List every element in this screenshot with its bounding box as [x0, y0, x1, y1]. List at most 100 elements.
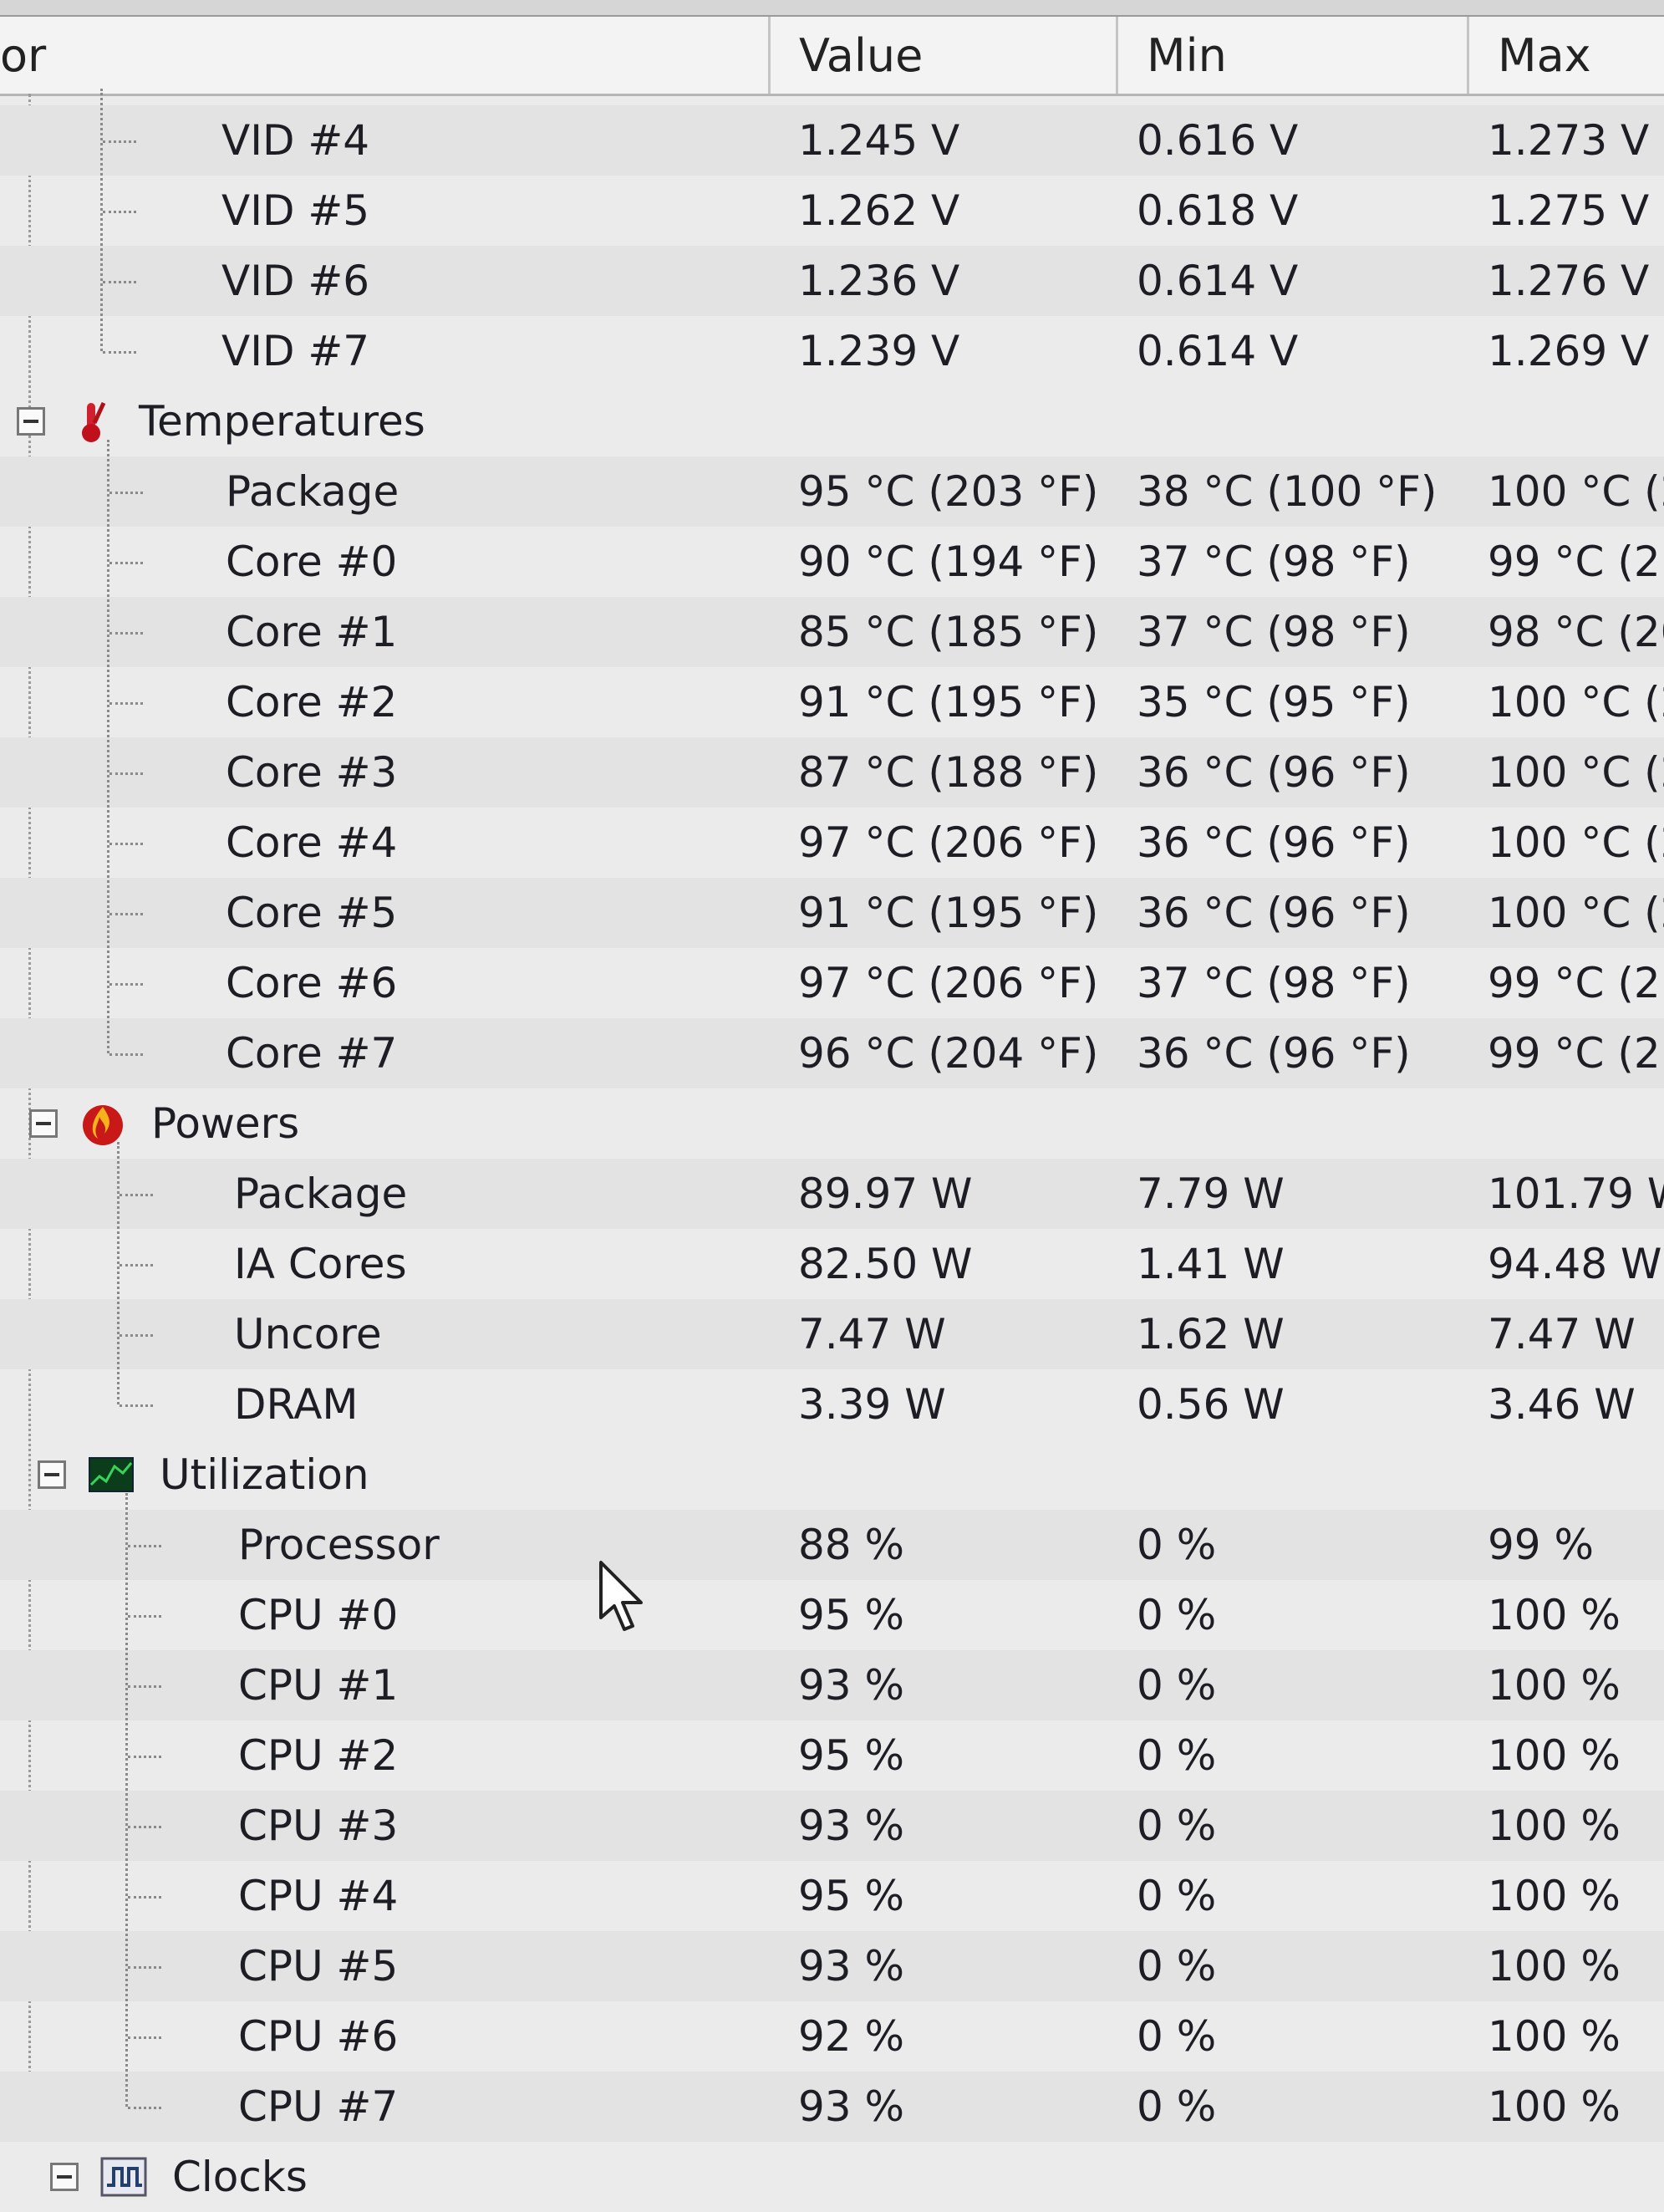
- max-cell: 1.275 V: [1488, 186, 1650, 235]
- sensor-label: Core #5: [226, 889, 398, 937]
- min-cell: 0 %: [1137, 1731, 1217, 1780]
- min-cell: 0.616 V: [1137, 116, 1299, 165]
- max-cell: 98 °C (20: [1488, 608, 1664, 656]
- sensor-row[interactable]: Core #0 90 °C (194 °F) 37 °C (98 °F) 99 °C …: [0, 527, 1664, 597]
- group-row-temperatures[interactable]: Temperatures: [0, 386, 1664, 456]
- tree-branch-line: [120, 1334, 153, 1337]
- sensor-row[interactable]: IA Cores 82.50 W 1.41 W 94.48 W: [0, 1229, 1664, 1299]
- min-cell: 36 °C (96 °F): [1137, 748, 1411, 797]
- header-value[interactable]: Value: [771, 17, 1118, 94]
- tree-group-line: [100, 89, 103, 351]
- value-cell: 1.245 V: [798, 116, 960, 165]
- sensor-row[interactable]: CPU #1 93 % 0 % 100 %: [0, 1650, 1664, 1720]
- sensor-row[interactable]: VID #5 1.262 V 0.618 V 1.275 V: [0, 176, 1664, 246]
- tree-group-line: [107, 440, 109, 1053]
- sensor-label: CPU #0: [238, 1591, 399, 1639]
- max-cell: 100 °C (2: [1488, 748, 1664, 797]
- sensor-row[interactable]: Core #5 91 °C (195 °F) 36 °C (96 °F) 100 °C…: [0, 878, 1664, 948]
- header-min[interactable]: Min: [1118, 17, 1469, 94]
- min-cell: 38 °C (100 °F): [1137, 467, 1438, 516]
- collapse-toggle[interactable]: [29, 1109, 58, 1138]
- sensor-row[interactable]: Core #1 85 °C (185 °F) 37 °C (98 °F) 98 °C …: [0, 597, 1664, 667]
- sensor-label: Core #7: [226, 1029, 398, 1078]
- header-sensor[interactable]: or: [0, 17, 771, 94]
- max-cell: 99 °C (2: [1488, 538, 1661, 586]
- sensor-row[interactable]: VID #4 1.245 V 0.616 V 1.273 V: [0, 105, 1664, 176]
- collapse-toggle[interactable]: [50, 2163, 79, 2191]
- sensor-row[interactable]: CPU #6 92 % 0 % 100 %: [0, 2001, 1664, 2072]
- value-cell: 92 %: [798, 2012, 905, 2061]
- value-cell: 87 °C (188 °F): [798, 748, 1099, 797]
- tree-branch-line: [120, 1404, 153, 1407]
- header-max[interactable]: Max: [1469, 17, 1664, 94]
- sensor-row[interactable]: Core #4 97 °C (206 °F) 36 °C (96 °F) 100 °C…: [0, 808, 1664, 878]
- value-cell: 93 %: [798, 1942, 905, 1990]
- window-top-strip: [0, 0, 1664, 17]
- value-cell: 85 °C (185 °F): [798, 608, 1099, 656]
- sensor-label: VID #4: [221, 116, 370, 165]
- sensor-label: CPU #2: [238, 1731, 399, 1780]
- min-cell: 0 %: [1137, 2082, 1217, 2131]
- max-cell: 100 %: [1488, 1731, 1621, 1780]
- tree-branch-line: [103, 140, 136, 143]
- tree-branch-line: [109, 913, 143, 915]
- sensor-label: CPU #1: [238, 1661, 399, 1710]
- min-cell: 0 %: [1137, 1661, 1217, 1710]
- max-cell: 100 %: [1488, 1942, 1621, 1990]
- sensor-row[interactable]: Uncore 7.47 W 1.62 W 7.47 W: [0, 1299, 1664, 1369]
- sensor-row[interactable]: Core #2 91 °C (195 °F) 35 °C (95 °F) 100 °C…: [0, 667, 1664, 737]
- sensor-label: Core #0: [226, 538, 398, 586]
- sensor-row[interactable]: CPU #0 95 % 0 % 100 %: [0, 1580, 1664, 1650]
- max-cell: 1.269 V: [1488, 327, 1650, 375]
- max-cell: 100 %: [1488, 2082, 1621, 2131]
- max-cell: 100 °C (2: [1488, 889, 1664, 937]
- max-cell: 100 %: [1488, 1591, 1621, 1639]
- sensor-row[interactable]: CPU #5 93 % 0 % 100 %: [0, 1931, 1664, 2001]
- value-cell: 88 %: [798, 1521, 905, 1569]
- sensor-row[interactable]: CPU #7 93 % 0 % 100 %: [0, 2072, 1664, 2142]
- value-cell: 82.50 W: [798, 1240, 973, 1288]
- collapse-toggle[interactable]: [17, 407, 45, 436]
- tree-branch-line: [109, 632, 143, 635]
- sensor-row[interactable]: CPU #4 95 % 0 % 100 %: [0, 1861, 1664, 1931]
- sensor-row[interactable]: Core #3 87 °C (188 °F) 36 °C (96 °F) 100 °C…: [0, 737, 1664, 808]
- tree-branch-line: [128, 1545, 161, 1547]
- tree-branch-line: [109, 492, 143, 494]
- tree-branch-line: [128, 1896, 161, 1899]
- min-cell: 36 °C (96 °F): [1137, 818, 1411, 867]
- group-row-utilization[interactable]: Utilization: [0, 1440, 1664, 1510]
- min-cell: 0 %: [1137, 2012, 1217, 2061]
- min-cell: 35 °C (95 °F): [1137, 678, 1411, 726]
- value-cell: 7.47 W: [798, 1310, 946, 1358]
- tree-branch-line: [128, 2107, 161, 2109]
- value-cell: 93 %: [798, 1802, 905, 1850]
- collapse-toggle[interactable]: [38, 1460, 66, 1489]
- sensor-row[interactable]: CPU #3 93 % 0 % 100 %: [0, 1791, 1664, 1861]
- sensor-row[interactable]: Package 95 °C (203 °F) 38 °C (100 °F) 100 °…: [0, 456, 1664, 527]
- min-cell: 0 %: [1137, 1521, 1217, 1569]
- sensor-row[interactable]: CPU #2 95 % 0 % 100 %: [0, 1720, 1664, 1791]
- group-label: Temperatures: [139, 397, 425, 446]
- min-cell: 1.62 W: [1137, 1310, 1285, 1358]
- value-cell: 3.39 W: [798, 1380, 946, 1429]
- sensor-label: VID #6: [221, 257, 370, 305]
- sensor-row[interactable]: VID #6 1.236 V 0.614 V 1.276 V: [0, 246, 1664, 316]
- sensor-row[interactable]: DRAM 3.39 W 0.56 W 3.46 W: [0, 1369, 1664, 1440]
- value-cell: 97 °C (206 °F): [798, 818, 1099, 867]
- group-row-clocks[interactable]: Clocks: [0, 2142, 1664, 2212]
- sensor-label: Core #3: [226, 748, 398, 797]
- group-row-powers[interactable]: Powers: [0, 1088, 1664, 1159]
- min-cell: 37 °C (98 °F): [1137, 959, 1411, 1007]
- tree-branch-line: [109, 772, 143, 775]
- sensor-label: VID #5: [221, 186, 370, 235]
- group-label: Clocks: [172, 2153, 308, 2201]
- max-cell: 100 %: [1488, 1872, 1621, 1920]
- tree-group-line: [117, 1142, 120, 1404]
- tree-branch-line: [109, 702, 143, 705]
- flame-icon: [79, 1100, 126, 1147]
- sensor-row[interactable]: Core #7 96 °C (204 °F) 36 °C (96 °F) 99 °C …: [0, 1018, 1664, 1088]
- sensor-row[interactable]: Processor 88 % 0 % 99 %: [0, 1510, 1664, 1580]
- sensor-row[interactable]: Package 89.97 W 7.79 W 101.79 W: [0, 1159, 1664, 1229]
- sensor-row[interactable]: Core #6 97 °C (206 °F) 37 °C (98 °F) 99 °C …: [0, 948, 1664, 1018]
- sensor-row[interactable]: VID #7 1.239 V 0.614 V 1.269 V: [0, 316, 1664, 386]
